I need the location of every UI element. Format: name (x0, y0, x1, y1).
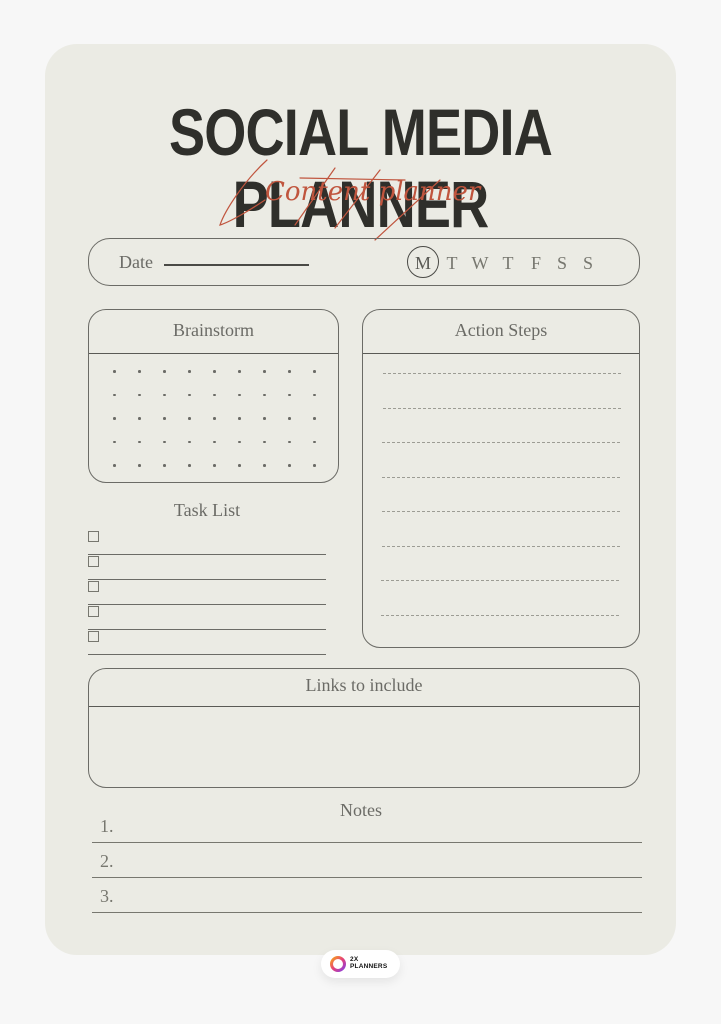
action-steps-box: Action Steps (362, 309, 640, 648)
action-step-line[interactable] (383, 373, 621, 374)
grid-dot (213, 440, 216, 443)
grid-dot (138, 464, 141, 467)
grid-dot (113, 440, 116, 443)
brand-badge: 2X PLANNERS (321, 950, 400, 978)
grid-dot (238, 393, 241, 396)
note-number: 1. (100, 816, 114, 836)
grid-dot (313, 370, 316, 373)
day-friday[interactable]: F (523, 248, 549, 278)
grid-dot (163, 370, 166, 373)
date-label: Date (119, 252, 153, 272)
grid-dot (313, 464, 316, 467)
grid-dot (238, 464, 241, 467)
note-item[interactable]: 1. (92, 808, 642, 843)
grid-dot (263, 440, 266, 443)
brand-name: 2X PLANNERS (350, 956, 387, 970)
script-subtitle: Content planner (219, 159, 482, 241)
day-tuesday[interactable]: T (439, 248, 465, 278)
grid-dot (138, 417, 141, 420)
grid-dot (313, 417, 316, 420)
task-item (88, 530, 326, 555)
note-item[interactable]: 2. (92, 843, 642, 878)
grid-dot (213, 464, 216, 467)
task-line[interactable] (88, 653, 326, 655)
grid-dot (138, 370, 141, 373)
grid-dot (113, 464, 116, 467)
action-step-line[interactable] (382, 442, 621, 443)
grid-dot (163, 417, 166, 420)
day-wednesday[interactable]: W (467, 248, 493, 278)
task-checkbox[interactable] (88, 631, 99, 642)
action-step-line[interactable] (381, 580, 620, 581)
brand-line-1: 2X (350, 956, 359, 963)
grid-dot (188, 393, 191, 396)
grid-dot (163, 440, 166, 443)
grid-dot (213, 417, 216, 420)
grid-dot (188, 440, 191, 443)
grid-dot (263, 464, 266, 467)
day-thursday[interactable]: T (495, 248, 521, 278)
task-checkbox[interactable] (88, 606, 99, 617)
task-item (88, 605, 326, 630)
note-number: 2. (100, 851, 114, 871)
day-saturday[interactable]: S (549, 248, 575, 278)
grid-dot (288, 393, 291, 396)
brainstorm-box: Brainstorm (88, 309, 339, 483)
task-item (88, 630, 326, 655)
grid-dot (113, 393, 116, 396)
action-step-line[interactable] (382, 476, 621, 478)
task-checkbox[interactable] (88, 581, 99, 592)
action-step-line[interactable] (382, 407, 621, 409)
task-list-title: Task List (173, 500, 241, 520)
task-checkbox[interactable] (88, 531, 99, 542)
task-item (88, 580, 326, 605)
grid-dot (113, 417, 116, 420)
grid-dot (188, 464, 191, 467)
grid-dot (288, 440, 291, 443)
grid-dot (263, 417, 266, 420)
action-step-line[interactable] (381, 511, 620, 512)
grid-dot (288, 370, 291, 373)
links-box: Links to include (88, 668, 640, 788)
grid-dot (313, 393, 316, 396)
note-line (92, 911, 642, 913)
grid-dot (313, 440, 316, 443)
grid-dot (163, 464, 166, 467)
links-input-area[interactable] (89, 707, 639, 787)
task-checkbox[interactable] (88, 556, 99, 567)
brainstorm-title: Brainstorm (89, 310, 338, 354)
day-sunday[interactable]: S (575, 248, 601, 278)
grid-dot (113, 370, 116, 373)
action-steps-title: Action Steps (363, 310, 639, 354)
grid-dot (238, 440, 241, 443)
action-step-line[interactable] (380, 614, 619, 616)
grid-dot (238, 370, 241, 373)
grid-dot (288, 464, 291, 467)
grid-dot (188, 417, 191, 420)
date-input-line[interactable] (164, 264, 309, 266)
grid-dot (238, 417, 241, 420)
ring-logo-icon (330, 956, 346, 972)
grid-dot (163, 393, 166, 396)
note-number: 3. (100, 886, 114, 906)
grid-dot (213, 393, 216, 396)
script-text: Content planner (265, 177, 482, 207)
grid-dot (263, 393, 266, 396)
date-bar: Date M T W T F S S (88, 238, 640, 286)
grid-dot (263, 370, 266, 373)
grid-dot (188, 370, 191, 373)
grid-dot (138, 440, 141, 443)
action-step-line[interactable] (381, 545, 620, 547)
note-item[interactable]: 3. (92, 878, 642, 913)
brand-line-2: PLANNERS (350, 963, 388, 970)
grid-dot (213, 370, 216, 373)
day-monday[interactable]: M (407, 246, 439, 278)
task-item (88, 555, 326, 580)
grid-dot (288, 417, 291, 420)
script-c-stroke (219, 159, 268, 226)
links-title: Links to include (89, 669, 639, 707)
grid-dot (138, 393, 141, 396)
